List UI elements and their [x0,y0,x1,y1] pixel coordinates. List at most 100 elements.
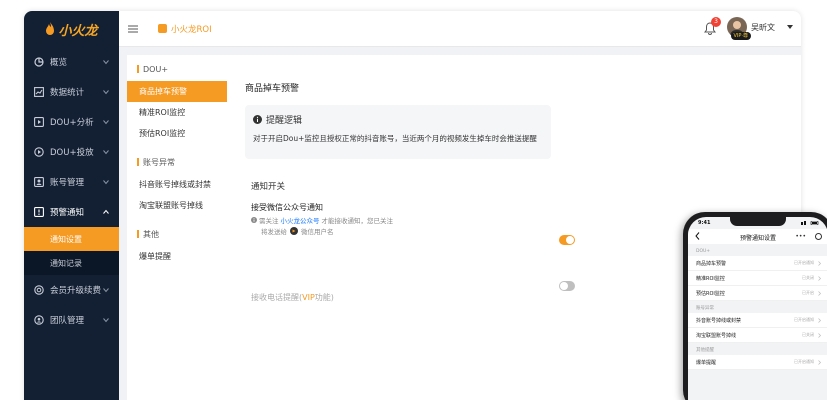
group-title-text: 账号异常 [143,157,175,167]
more-icon[interactable]: ••• [795,234,806,240]
sidebar-item-statistics[interactable]: 数据统计 [24,77,119,107]
alert-type-nav: DOU+ 商品掉车预警 精准ROI监控 预估ROI监控 账号异常 抖音账号掉线或… [127,55,227,400]
phone-label-after: 功能) [314,293,334,302]
sidebar-menu-lower: 会员升级续费 团队管理 [24,275,119,335]
section-title: 通知开关 [251,182,286,192]
nav-link-hot-order[interactable]: 爆单提醒 [127,246,227,267]
phone-row-value: 已开启 [802,290,814,295]
sidebar-subitem-notification-records[interactable]: 通知记录 [24,251,119,275]
sidebar-menu: 概览 数据统计 DOU+分析 DOU+投放 账号管理 预警通知 [24,47,119,227]
recipient-name: 微信用户名 [301,228,334,236]
team-icon [34,315,44,325]
sidebar-item-label: DOU+分析 [50,118,94,128]
page-title: 商品掉车预警 [245,84,300,94]
nav-link-estimated-roi[interactable]: 预估ROI监控 [127,123,227,144]
group-marker [137,65,139,73]
phone-row[interactable]: 抖音账号掉线或封禁 已开启通知 [688,313,827,328]
hint-text-after: 才能接收通知，您已关注 [321,217,394,225]
phone-row[interactable]: 精准ROI监控 已关闭 [688,271,827,286]
logic-heading-text: 提醒逻辑 [266,116,303,126]
group-marker [137,158,139,166]
sidebar-item-label: 数据统计 [50,88,85,98]
sidebar-item-dou-delivery[interactable]: DOU+投放 [24,137,119,167]
phone-row[interactable]: 爆单提醒 已开启通知 [688,355,827,370]
sidebar-item-label: 概览 [50,58,68,68]
nav-link-cart-drop-alert[interactable]: 商品掉车预警 [127,81,227,102]
phone-row[interactable]: 淘宝联盟账号掉线 已关闭 [688,328,827,343]
reminder-logic-box: 提醒逻辑 对于开启Dou+监控且授权正常的抖音账号，当近两个月的视频发生掉车时会… [245,105,551,159]
wechat-notify-label: 接受微信公众号通知 [251,203,323,212]
sidebar: 小火龙 概览 数据统计 DOU+分析 DOU+投放 账号管理 预警通知 通知设置… [24,11,119,400]
chevron-down-icon [103,90,109,95]
pie-icon [34,57,44,67]
sidebar-item-dou-analysis[interactable]: DOU+分析 [24,107,119,137]
battery-icon [801,221,819,225]
chevron-right-icon [818,260,821,266]
avatar-face [733,21,741,29]
phone-row-label: 精准ROI监控 [696,275,725,282]
chevron-right-icon [818,290,821,296]
sidebar-item-team[interactable]: 团队管理 [24,305,119,335]
nav-link-taobao-offline[interactable]: 淘宝联盟账号掉线 [127,195,227,216]
phone-notch [730,217,786,226]
sidebar-item-alerts[interactable]: 预警通知 [24,197,119,227]
phone-row-label: 商品掉车预警 [696,260,727,267]
wechat-notify-toggle[interactable] [559,235,575,245]
bell-icon [34,207,44,217]
top-header: 小火龙ROI 3 VIP·尊 吴昕文 [119,11,801,47]
brand-icon [158,24,167,33]
chevron-down-icon [103,150,109,155]
phone-row[interactable]: 商品掉车预警 已开启通知 [688,256,827,271]
nav-link-douyin-offline[interactable]: 抖音账号掉线或封禁 [127,174,227,195]
phone-row-label: 淘宝联盟账号掉线 [696,332,737,339]
phone-row[interactable]: 预估ROI监控 已开启 [688,286,827,301]
caret-down-icon[interactable] [787,25,793,30]
phone-settings-list: DOU+ 商品掉车预警 已开启通知 精准ROI监控 已关闭 预估ROI监控 已开启 账… [688,244,827,370]
chevron-down-icon [103,318,109,323]
chevron-down-icon [103,60,109,65]
chart-icon [34,87,44,97]
sidebar-subitem-notification-settings[interactable]: 通知设置 [24,227,119,251]
stage: 小火龙 概览 数据统计 DOU+分析 DOU+投放 账号管理 预警通知 通知设置… [0,0,827,400]
official-account-link[interactable]: 小火龙公众号 [281,215,320,225]
wechat-notify-hint: 需关注 小火龙公众号 才能接收通知，您已关注 [251,215,393,225]
toggle-knob [566,236,574,244]
sidebar-item-label: DOU+投放 [50,148,94,158]
group-title-text: DOU+ [143,64,169,74]
hint-text-before: 需关注 [259,217,279,225]
sidebar-item-accounts[interactable]: 账号管理 [24,167,119,197]
chevron-down-icon [103,180,109,185]
logo[interactable]: 小火龙 [24,11,119,47]
phone-notify-label: 接收电话提醒(VIP功能) [251,292,334,303]
phone-time: 9:41 [698,220,711,226]
nav-link-precise-roi[interactable]: 精准ROI监控 [127,102,227,123]
menu-icon[interactable] [128,25,138,33]
flame-icon [46,22,55,35]
group-marker [137,230,139,238]
toggle-knob [560,282,568,290]
username[interactable]: 吴昕文 [751,22,775,33]
info-icon [251,217,257,223]
phone-group-title: DOU+ [696,249,711,254]
close-target-icon[interactable] [815,233,822,240]
phone-title: 预警通知设置 [739,235,776,242]
brand: 小火龙ROI [158,23,212,35]
logo-text: 小火龙 [58,23,98,39]
phone-row-label: 抖音账号掉线或封禁 [696,317,742,324]
phone-row-value: 已开启通知 [794,260,814,265]
phone-group-title: 账号异常 [696,306,714,311]
sidebar-item-overview[interactable]: 概览 [24,47,119,77]
phone-screen: 9:41 预警通知设置 ••• DOU+ 商品掉车预警 已开启通知 精准ROI监控… [688,217,827,400]
chevron-down-icon [103,120,109,125]
phone-row-value: 已关闭 [802,332,814,337]
phone-nav-bar: 预警通知设置 ••• [688,229,827,244]
phone-row-label: 预估ROI监控 [696,290,725,297]
sidebar-item-label: 预警通知 [50,208,85,218]
sidebar-item-label: 会员升级续费 [50,286,102,296]
phone-row-label: 爆单提醒 [696,359,717,366]
sidebar-item-label: 团队管理 [50,316,85,326]
phone-notify-toggle[interactable] [559,281,575,291]
sidebar-item-membership[interactable]: 会员升级续费 [24,275,119,305]
phone-row-value: 已开启通知 [794,359,814,364]
alerts-submenu: 通知设置 通知记录 [24,227,119,275]
